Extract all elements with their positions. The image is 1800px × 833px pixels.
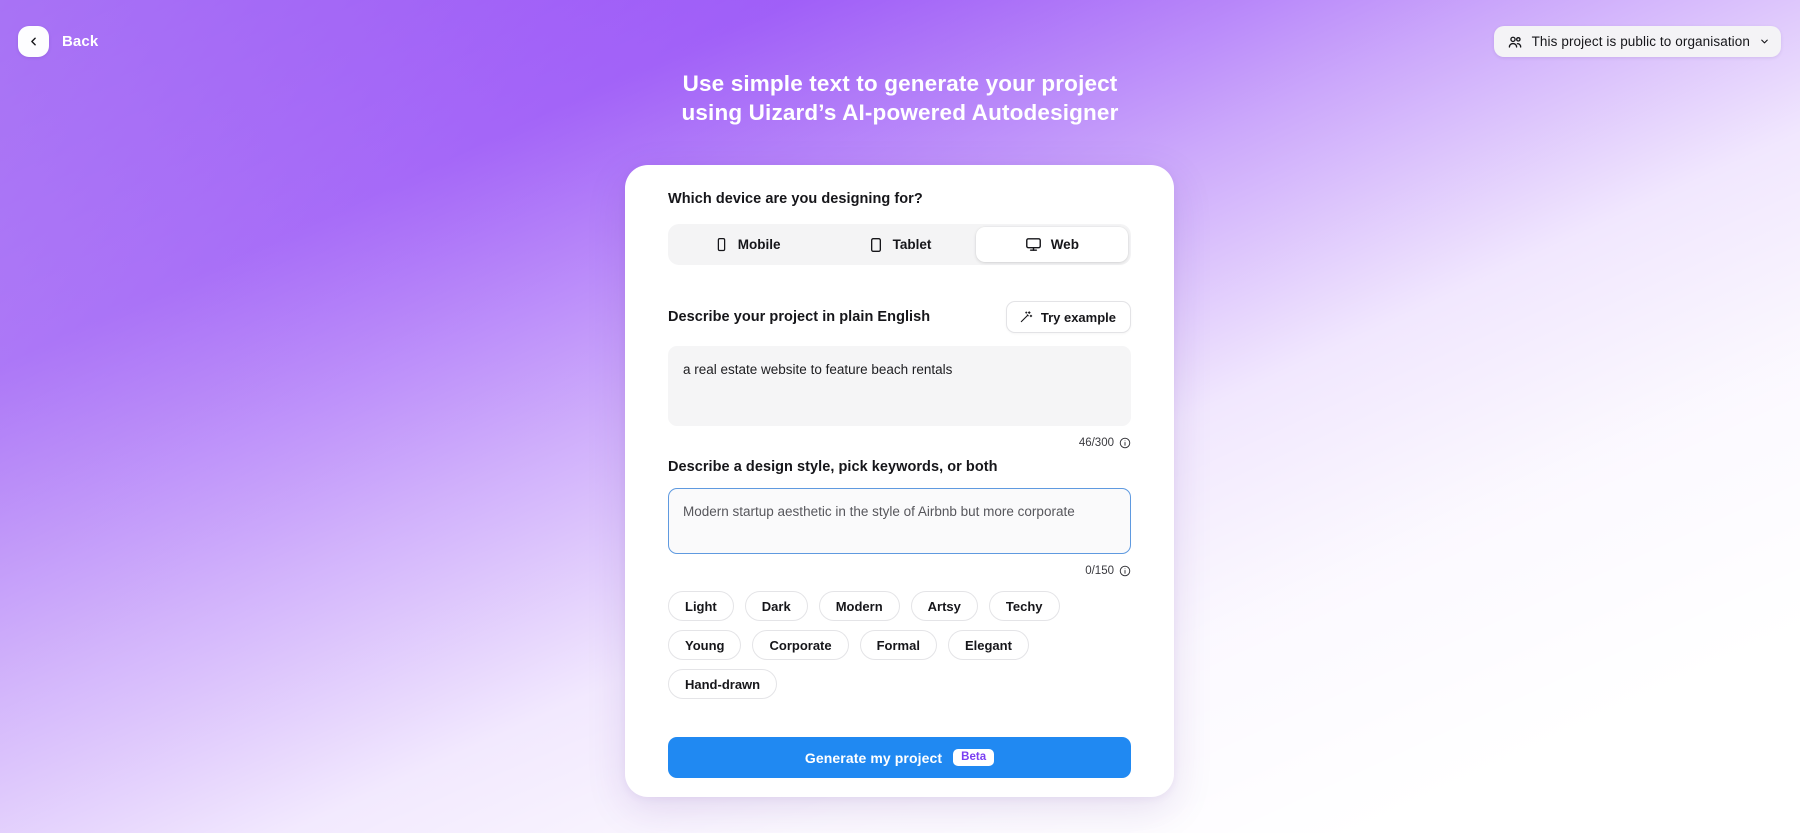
device-option-label: Mobile [737, 237, 781, 252]
keyword-chip[interactable]: Artsy [910, 591, 978, 621]
chevron-left-icon [18, 26, 49, 57]
keyword-chip[interactable]: Light [668, 591, 734, 621]
people-icon [1507, 34, 1523, 50]
tablet-icon [868, 237, 884, 253]
try-example-button[interactable]: Try example [1005, 301, 1131, 333]
back-button[interactable]: Back [18, 26, 98, 57]
device-option-web[interactable]: Web [975, 227, 1128, 262]
prompt-counter: 46/300 [668, 437, 1131, 449]
keyword-chip[interactable]: Formal [859, 630, 937, 660]
autodesigner-card: Which device are you designing for? Mobi… [625, 165, 1174, 797]
info-icon[interactable] [1119, 565, 1131, 577]
prompt-counter-text: 46/300 [1078, 437, 1114, 449]
keyword-chip[interactable]: Hand-drawn [668, 669, 778, 699]
design-style-input[interactable] [668, 488, 1131, 554]
beta-badge: Beta [953, 748, 995, 767]
keyword-chip[interactable]: Modern [818, 591, 900, 621]
page-title: Use simple text to generate your project… [0, 70, 1800, 127]
page-title-line-2: using Uizard’s AI-powered Autodesigner [681, 99, 1119, 125]
style-counter: 0/150 [668, 565, 1131, 577]
keyword-chip[interactable]: Techy [988, 591, 1060, 621]
info-icon[interactable] [1119, 437, 1131, 449]
visibility-label: This project is public to organisation [1531, 34, 1750, 49]
project-description-input[interactable] [668, 346, 1131, 426]
keyword-chip-list: Light Dark Modern Artsy Techy Young Corp… [668, 591, 1131, 699]
keyword-chip[interactable]: Dark [744, 591, 808, 621]
chevron-down-icon [1759, 36, 1770, 47]
generate-label: Generate my project [804, 749, 943, 766]
generate-project-button[interactable]: Generate my project Beta [668, 737, 1131, 778]
keyword-chip[interactable]: Corporate [752, 630, 849, 660]
back-label: Back [62, 33, 99, 50]
device-option-label: Tablet [892, 237, 932, 252]
device-selector: Mobile Tablet Web [668, 224, 1131, 265]
style-label: Describe a design style, pick keywords, … [668, 459, 998, 475]
keyword-chip[interactable]: Elegant [947, 630, 1029, 660]
keyword-chip[interactable]: Young [668, 630, 742, 660]
page-title-line-1: Use simple text to generate your project [682, 71, 1118, 96]
device-option-mobile[interactable]: Mobile [671, 227, 823, 262]
prompt-header: Describe your project in plain English T… [668, 301, 1131, 333]
device-option-label: Web [1050, 237, 1079, 252]
style-counter-text: 0/150 [1085, 565, 1114, 577]
magic-wand-icon [1019, 310, 1033, 324]
try-example-label: Try example [1040, 309, 1116, 325]
project-visibility-dropdown[interactable]: This project is public to organisation [1493, 26, 1781, 57]
monitor-icon [1025, 236, 1042, 253]
device-question-label: Which device are you designing for? [668, 191, 923, 207]
device-option-tablet[interactable]: Tablet [823, 227, 975, 262]
prompt-label: Describe your project in plain English [668, 309, 931, 325]
mobile-icon [714, 237, 729, 252]
